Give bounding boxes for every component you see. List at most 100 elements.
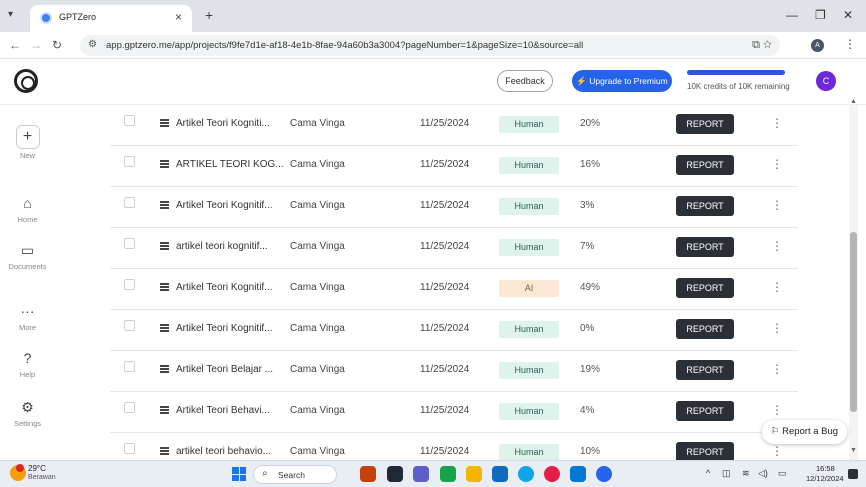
notification-icon[interactable]	[848, 469, 858, 479]
outlook-icon[interactable]	[492, 466, 508, 482]
sidebar-item-more[interactable]: ··· More	[0, 301, 55, 332]
row-menu-icon[interactable]: ⋮	[771, 444, 783, 458]
browser-menu-icon[interactable]: ⋮	[844, 37, 856, 51]
row-menu-icon[interactable]: ⋮	[771, 403, 783, 417]
table-row[interactable]: ARTIKEL TEORI KOG... Cama Vinga 11/25/2024…	[110, 146, 798, 187]
battery-icon[interactable]: ▭	[778, 468, 787, 479]
row-checkbox[interactable]	[124, 238, 135, 249]
address-bar[interactable]: ⚙ app.gptzero.me/app/projects/f9fe7d1e-a…	[80, 35, 780, 56]
gptzero-logo-icon[interactable]	[14, 69, 38, 93]
report-button[interactable]: REPORT	[676, 155, 734, 175]
document-name[interactable]: Artikel Teori Kognitif...	[176, 323, 273, 334]
table-row[interactable]: artikel teori behavio... Cama Vinga 11/25/…	[110, 433, 798, 460]
row-menu-icon[interactable]: ⋮	[771, 198, 783, 212]
row-checkbox[interactable]	[124, 320, 135, 331]
table-row[interactable]: Artikel Teori Belajar ... Cama Vinga 11/25…	[110, 351, 798, 392]
forward-icon[interactable]: →	[30, 38, 42, 52]
sidebar-item-settings[interactable]: ⚙ Settings	[0, 397, 55, 428]
url-text[interactable]: app.gptzero.me/app/projects/f9fe7d1e-af1…	[106, 40, 583, 51]
report-button[interactable]: REPORT	[676, 196, 734, 216]
file-explorer-icon[interactable]	[466, 466, 482, 482]
document-name[interactable]: artikel teori kognitif...	[176, 241, 268, 252]
windows-start-icon[interactable]	[232, 467, 246, 481]
clock-time[interactable]: 16:58	[816, 464, 835, 473]
user-avatar[interactable]: C	[816, 71, 836, 91]
row-menu-icon[interactable]: ⋮	[771, 116, 783, 130]
store-icon[interactable]	[570, 466, 586, 482]
document-name[interactable]: Artikel Teori Kogniti...	[176, 118, 270, 129]
row-checkbox[interactable]	[124, 156, 135, 167]
bookmark-star-icon[interactable]: ⧉ ☆	[752, 39, 772, 52]
browser-tab[interactable]: GPTZero ×	[30, 5, 192, 32]
row-checkbox[interactable]	[124, 361, 135, 372]
row-menu-icon[interactable]: ⋮	[771, 321, 783, 335]
row-menu-icon[interactable]: ⋮	[771, 362, 783, 376]
app-icon-2[interactable]	[387, 466, 403, 482]
tab-list-chevron-icon[interactable]: ▾	[8, 9, 22, 23]
sidebar-item-home[interactable]: ⌂ Home	[0, 193, 55, 224]
scroll-up-icon[interactable]: ▲	[850, 98, 857, 105]
back-icon[interactable]: ←	[9, 38, 21, 52]
wifi-icon[interactable]: ≋	[742, 468, 750, 479]
document-name[interactable]: Artikel Teori Belajar ...	[176, 364, 273, 375]
row-menu-icon[interactable]: ⋮	[771, 280, 783, 294]
feedback-button[interactable]: Feedback	[497, 70, 553, 92]
row-checkbox[interactable]	[124, 443, 135, 454]
sidebar-item-new[interactable]: + New	[0, 125, 55, 160]
sidebar-item-help[interactable]: ? Help	[0, 348, 55, 379]
volume-icon[interactable]: ◁)	[758, 468, 768, 479]
scrollbar-thumb[interactable]	[850, 232, 857, 412]
scroll-down-icon[interactable]: ▼	[850, 447, 857, 454]
app-icon-1[interactable]	[360, 466, 376, 482]
browser-profile-avatar[interactable]: A	[811, 39, 824, 52]
report-button[interactable]: REPORT	[676, 278, 734, 298]
chrome-icon[interactable]	[544, 466, 560, 482]
report-bug-button[interactable]: ⚐ Report a Bug	[762, 420, 847, 444]
chrome-active-icon[interactable]	[596, 466, 612, 482]
table-row[interactable]: Artikel Teori Kognitif... Cama Vinga 11/25…	[110, 269, 798, 310]
report-button[interactable]: REPORT	[676, 114, 734, 134]
document-name[interactable]: Artikel Teori Behavi...	[176, 405, 270, 416]
row-checkbox[interactable]	[124, 402, 135, 413]
tray-app-icon[interactable]: ◫	[722, 468, 731, 479]
result-badge: Human	[499, 403, 559, 420]
row-checkbox[interactable]	[124, 279, 135, 290]
document-date: 11/25/2024	[420, 446, 470, 457]
upgrade-premium-button[interactable]: ⚡ Upgrade to Premium	[572, 70, 672, 92]
table-row[interactable]: artikel teori kognitif... Cama Vinga 11/25…	[110, 228, 798, 269]
ai-percentage: 0%	[580, 323, 595, 334]
report-button[interactable]: REPORT	[676, 319, 734, 339]
document-name[interactable]: Artikel Teori Kognitif...	[176, 282, 273, 293]
minimize-icon[interactable]: —	[786, 8, 798, 22]
report-button[interactable]: REPORT	[676, 360, 734, 380]
table-row[interactable]: Artikel Teori Kognitif... Cama Vinga 11/25…	[110, 187, 798, 228]
restore-icon[interactable]: ❐	[815, 8, 826, 22]
document-name[interactable]: ARTIKEL TEORI KOG...	[176, 159, 284, 170]
new-tab-icon[interactable]: +	[205, 7, 213, 23]
clock-date[interactable]: 12/12/2024	[806, 474, 844, 483]
document-name[interactable]: Artikel Teori Kognitif...	[176, 200, 273, 211]
table-row[interactable]: Artikel Teori Kogniti... Cama Vinga 11/25/…	[110, 105, 798, 146]
teams-icon[interactable]	[413, 466, 429, 482]
reload-icon[interactable]: ↻	[52, 38, 62, 52]
document-name[interactable]: artikel teori behavio...	[176, 446, 271, 457]
folder-icon: ▭	[20, 242, 35, 258]
row-menu-icon[interactable]: ⋮	[771, 157, 783, 171]
taskbar-search[interactable]: ⌕ Search	[253, 465, 337, 484]
row-menu-icon[interactable]: ⋮	[771, 239, 783, 253]
table-row[interactable]: Artikel Teori Kognitif... Cama Vinga 11/25…	[110, 310, 798, 351]
window-close-icon[interactable]: ✕	[843, 8, 853, 22]
site-info-icon[interactable]: ⚙	[88, 39, 97, 50]
report-button[interactable]: REPORT	[676, 442, 734, 460]
row-checkbox[interactable]	[124, 197, 135, 208]
report-button[interactable]: REPORT	[676, 401, 734, 421]
app-icon-4[interactable]	[440, 466, 456, 482]
tray-chevron-icon[interactable]: ^	[706, 468, 710, 478]
row-checkbox[interactable]	[124, 115, 135, 126]
edge-icon[interactable]	[518, 466, 534, 482]
sidebar-item-documents[interactable]: ▭ Documents	[0, 240, 55, 271]
report-button[interactable]: REPORT	[676, 237, 734, 257]
vertical-scrollbar[interactable]	[849, 105, 858, 460]
tab-close-icon[interactable]: ×	[175, 10, 182, 24]
table-row[interactable]: Artikel Teori Behavi... Cama Vinga 11/25/2…	[110, 392, 798, 433]
